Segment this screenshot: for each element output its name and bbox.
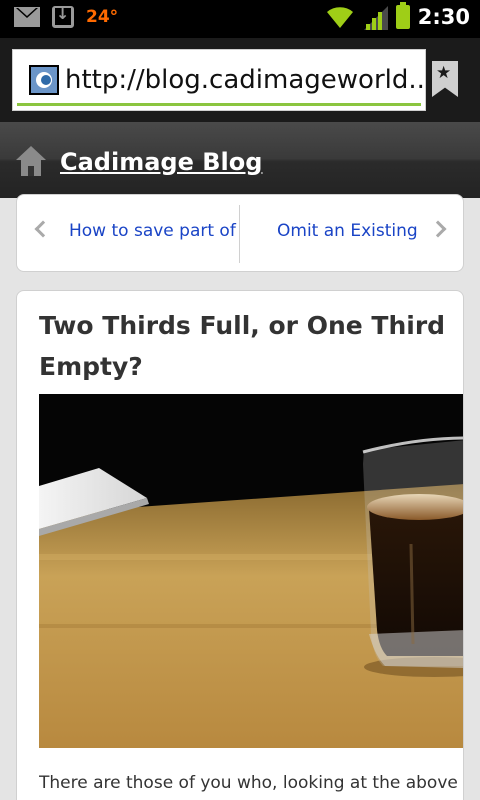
signal-icon	[363, 6, 388, 30]
star-icon: ★	[436, 63, 452, 83]
wifi-icon	[326, 7, 353, 28]
battery-icon	[395, 2, 410, 29]
bookmark-button[interactable]: ★	[432, 61, 458, 97]
url-text[interactable]: http://blog.cadimageworld....	[65, 65, 423, 95]
mail-icon	[14, 7, 40, 27]
site-favicon-icon	[29, 65, 59, 95]
post-title: Two Thirds Full, or One Third Empty?	[39, 311, 446, 381]
chevron-right-icon	[429, 220, 447, 238]
post-card: Two Thirds Full, or One Third Empty? The…	[16, 290, 464, 800]
temperature-readout: 24°	[86, 7, 119, 27]
blog-header: Cadimage Blog	[0, 122, 480, 198]
url-bar-progress	[17, 103, 421, 106]
blog-title-link[interactable]: Cadimage Blog	[60, 148, 262, 176]
nav-divider	[239, 205, 240, 263]
post-excerpt: There are those of you who, looking at t…	[39, 773, 458, 793]
chevron-left-icon	[34, 220, 52, 238]
page-content: How to save part of Omit an Existing Two…	[0, 194, 480, 800]
post-image-coffee-glass	[39, 394, 463, 748]
url-bar[interactable]: http://blog.cadimageworld....	[12, 49, 426, 111]
previous-post-link[interactable]: How to save part of	[17, 195, 241, 271]
post-navigation: How to save part of Omit an Existing	[16, 194, 464, 272]
next-post-link[interactable]: Omit an Existing	[241, 195, 465, 271]
download-icon	[52, 4, 74, 28]
browser-toolbar: http://blog.cadimageworld.... ★	[0, 38, 480, 122]
home-icon[interactable]	[16, 146, 46, 176]
next-post-label[interactable]: Omit an Existing	[277, 221, 418, 241]
clock: 2:30	[417, 5, 470, 29]
status-bar: 24° 2:30	[0, 0, 480, 38]
previous-post-label[interactable]: How to save part of	[69, 221, 236, 241]
